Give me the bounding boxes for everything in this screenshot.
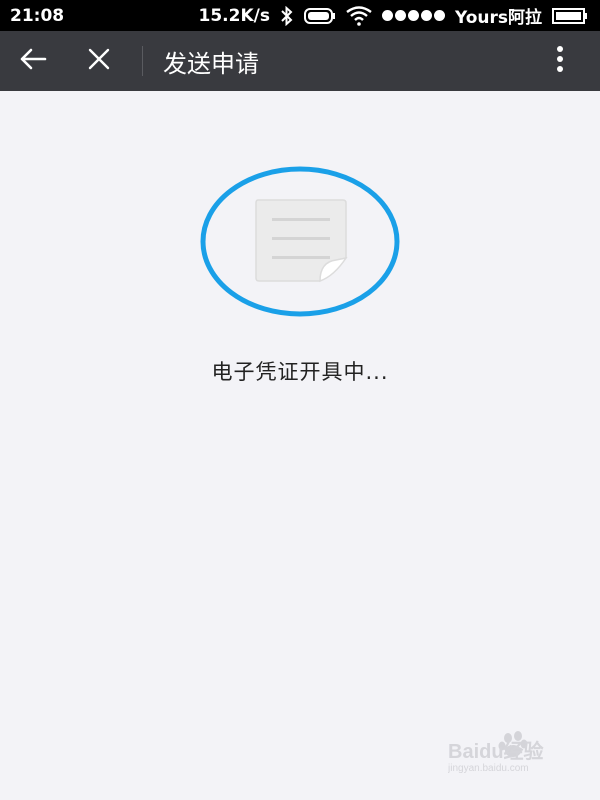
main-content: 电子凭证开具中... — [0, 91, 600, 800]
close-button[interactable] — [66, 31, 132, 91]
nav-bar: 发送申请 — [0, 31, 600, 91]
status-message: 电子凭证开具中... — [211, 360, 389, 384]
more-button[interactable] — [520, 31, 600, 91]
status-bar: 21:08 15.2K/s Yours阿拉 — [0, 0, 600, 31]
close-icon — [87, 47, 111, 75]
signal-icon — [381, 10, 445, 21]
watermark-subtext: jingyan.baidu.com — [448, 763, 529, 774]
back-button[interactable] — [0, 31, 66, 91]
page-title: 发送申请 — [163, 49, 259, 78]
battery-level-icon — [552, 7, 588, 24]
back-arrow-icon — [18, 47, 48, 75]
document-icon — [255, 199, 348, 283]
battery-icon — [303, 7, 336, 24]
status-time: 21:08 — [10, 5, 65, 26]
network-speed: 15.2K/s — [198, 5, 270, 26]
watermark-text: Baidu经验 — [448, 739, 544, 763]
wifi-icon — [346, 5, 372, 26]
progress-ring — [200, 166, 400, 317]
nav-divider — [142, 46, 143, 76]
carrier-name: Yours阿拉 — [454, 8, 542, 28]
more-vertical-icon — [556, 46, 564, 76]
bluetooth-icon — [280, 5, 294, 26]
baidu-jingyan-watermark: Baidu经验 jingyan.baidu.com — [447, 724, 568, 774]
